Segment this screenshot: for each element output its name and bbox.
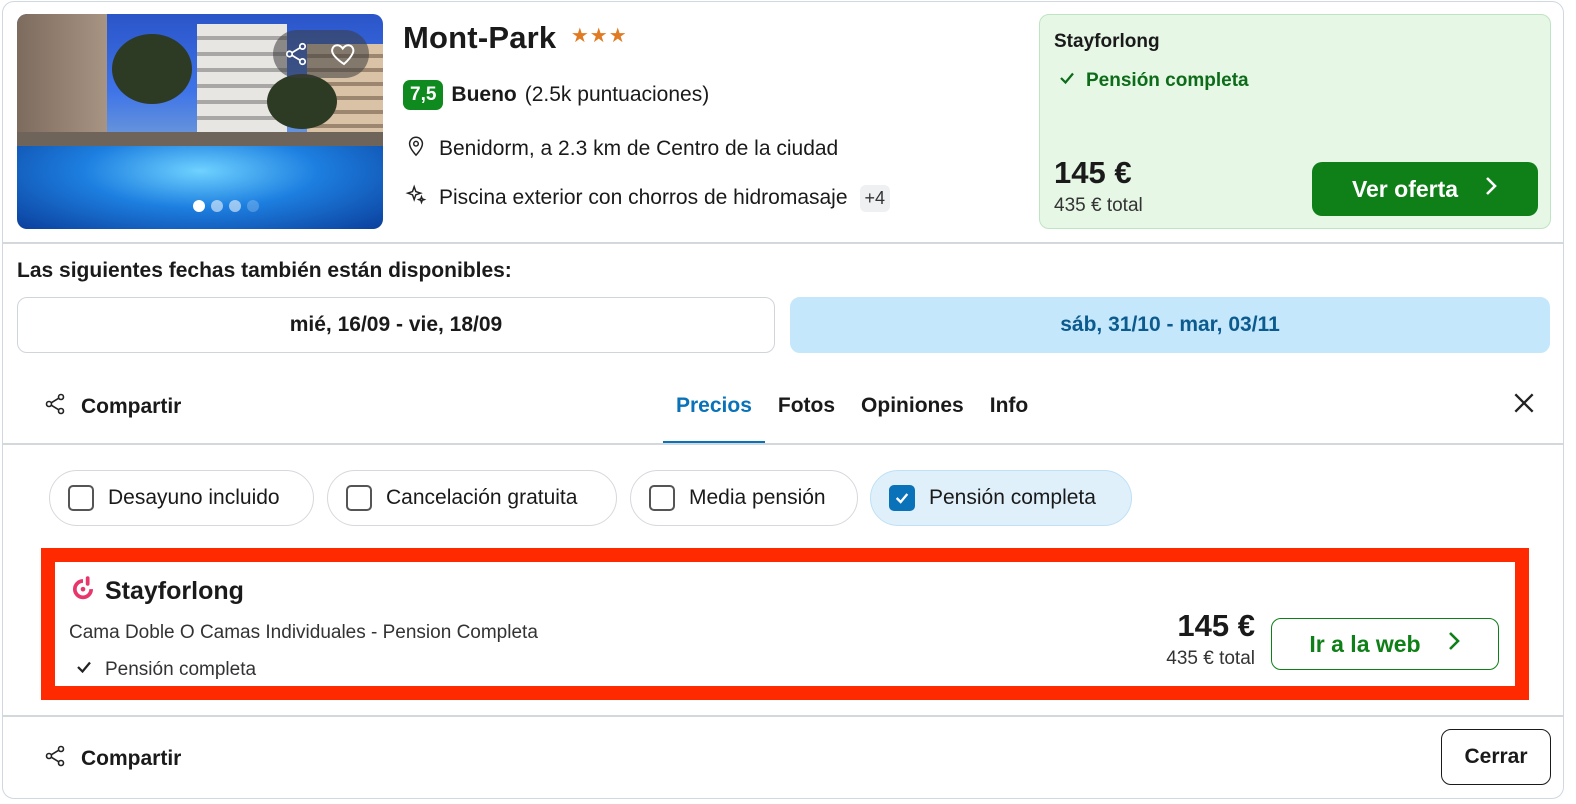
- go-to-website-label: Ir a la web: [1309, 630, 1421, 657]
- date-option-button[interactable]: mié, 16/09 - vie, 18/09: [17, 297, 775, 353]
- check-icon: [1058, 69, 1076, 93]
- photo-palm: [112, 34, 192, 104]
- tab-photos[interactable]: Fotos: [765, 380, 848, 444]
- divider: [3, 715, 1563, 717]
- checkbox[interactable]: [68, 485, 94, 511]
- offer-row[interactable]: Stayforlong Cama Doble O Camas Individua…: [55, 562, 1515, 686]
- location-row: Benidorm, a 2.3 km de Centro de la ciuda…: [405, 134, 838, 164]
- filter-label: Media pensión: [689, 486, 826, 509]
- carousel-dot[interactable]: [229, 200, 241, 212]
- photo-pool: [17, 146, 383, 229]
- hotel-photo[interactable]: [17, 14, 383, 229]
- photo-carousel-dots: [193, 200, 259, 212]
- divider: [3, 242, 1563, 244]
- score-badge: 7,5: [403, 80, 444, 110]
- stayforlong-logo-icon: [69, 574, 97, 609]
- close-button[interactable]: Cerrar: [1441, 729, 1551, 785]
- photo-actions: [273, 30, 369, 78]
- offer-provider: Stayforlong: [69, 574, 244, 609]
- amenity-text: Piscina exterior con chorros de hidromas…: [439, 186, 848, 209]
- hotel-card: Mont-Park ★★★ 7,5 Bueno (2.5k puntuacion…: [2, 1, 1564, 799]
- room-description: Cama Doble O Camas Individuales - Pensio…: [69, 622, 538, 643]
- filter-full-board[interactable]: Pensión completa: [870, 470, 1132, 526]
- tab-reviews[interactable]: Opiniones: [848, 380, 977, 444]
- view-offer-button[interactable]: Ver oferta: [1312, 162, 1538, 216]
- photo-palm: [267, 74, 337, 129]
- tab-info[interactable]: Info: [977, 380, 1041, 444]
- carousel-dot[interactable]: [193, 200, 205, 212]
- carousel-dot[interactable]: [211, 200, 223, 212]
- location-text: Benidorm, a 2.3 km de Centro de la ciuda…: [439, 137, 839, 160]
- tab-prices[interactable]: Precios: [663, 380, 765, 444]
- share-icon[interactable]: [283, 41, 309, 67]
- dates-title: Las siguientes fechas también están disp…: [17, 259, 512, 282]
- top-deal-box[interactable]: Stayforlong Pensión completa 145 € 435 €…: [1039, 14, 1551, 229]
- divider: [3, 443, 1563, 445]
- rating-count: (2.5k puntuaciones): [524, 83, 710, 106]
- star-rating: ★★★: [570, 25, 628, 47]
- filter-label: Desayuno incluido: [108, 486, 280, 509]
- rating-word: Bueno: [451, 83, 517, 106]
- checkbox[interactable]: [649, 485, 675, 511]
- share-icon: [43, 392, 67, 422]
- sparkle-icon: [405, 184, 427, 212]
- photo-building: [17, 14, 107, 144]
- room-feature: Pensión completa: [75, 658, 256, 682]
- filter-label: Cancelación gratuita: [386, 486, 578, 509]
- share-icon: [43, 744, 67, 774]
- amenity-row: Piscina exterior con chorros de hidromas…: [405, 184, 891, 212]
- deal-total: 435 € total: [1054, 195, 1143, 216]
- deal-price: 145 €: [1054, 155, 1132, 190]
- go-to-website-button[interactable]: Ir a la web: [1271, 618, 1499, 670]
- detail-tabs: Precios Fotos Opiniones Info: [663, 380, 1041, 444]
- view-offer-label: Ver oferta: [1351, 175, 1459, 202]
- check-icon: [895, 493, 909, 504]
- deal-provider: Stayforlong: [1054, 31, 1160, 52]
- checkbox-checked[interactable]: [889, 485, 915, 511]
- hotel-name[interactable]: Mont-Park: [403, 20, 556, 56]
- hotel-title-row: Mont-Park ★★★: [403, 20, 628, 56]
- filter-breakfast[interactable]: Desayuno incluido: [49, 470, 314, 526]
- location-pin-icon: [405, 134, 427, 164]
- chevron-right-icon: [1447, 630, 1461, 658]
- deal-feature-label: Pensión completa: [1086, 70, 1249, 91]
- deal-feature: Pensión completa: [1058, 69, 1249, 93]
- share-button-footer[interactable]: Compartir: [43, 744, 181, 774]
- share-label: Compartir: [81, 395, 182, 418]
- filter-half-board[interactable]: Media pensión: [630, 470, 858, 526]
- share-button[interactable]: Compartir: [43, 392, 181, 422]
- date-option-button-selected[interactable]: sáb, 31/10 - mar, 03/11: [790, 297, 1550, 353]
- close-icon[interactable]: [1511, 390, 1537, 421]
- room-feature-label: Pensión completa: [105, 659, 257, 680]
- rating-row[interactable]: 7,5 Bueno (2.5k puntuaciones): [403, 80, 709, 110]
- checkbox[interactable]: [346, 485, 372, 511]
- chevron-right-icon: [1484, 175, 1498, 203]
- share-label: Compartir: [81, 747, 182, 770]
- more-amenities-badge[interactable]: +4: [859, 184, 891, 212]
- check-icon: [75, 658, 93, 682]
- offer-provider-name: Stayforlong: [105, 577, 244, 605]
- filter-label: Pensión completa: [929, 486, 1096, 509]
- carousel-dot[interactable]: [247, 200, 259, 212]
- filter-free-cancellation[interactable]: Cancelación gratuita: [327, 470, 617, 526]
- offer-price: 145 €: [1177, 608, 1255, 643]
- offer-row-highlight: Stayforlong Cama Doble O Camas Individua…: [41, 548, 1529, 700]
- heart-icon[interactable]: [329, 39, 359, 69]
- offer-total: 435 € total: [1166, 648, 1255, 669]
